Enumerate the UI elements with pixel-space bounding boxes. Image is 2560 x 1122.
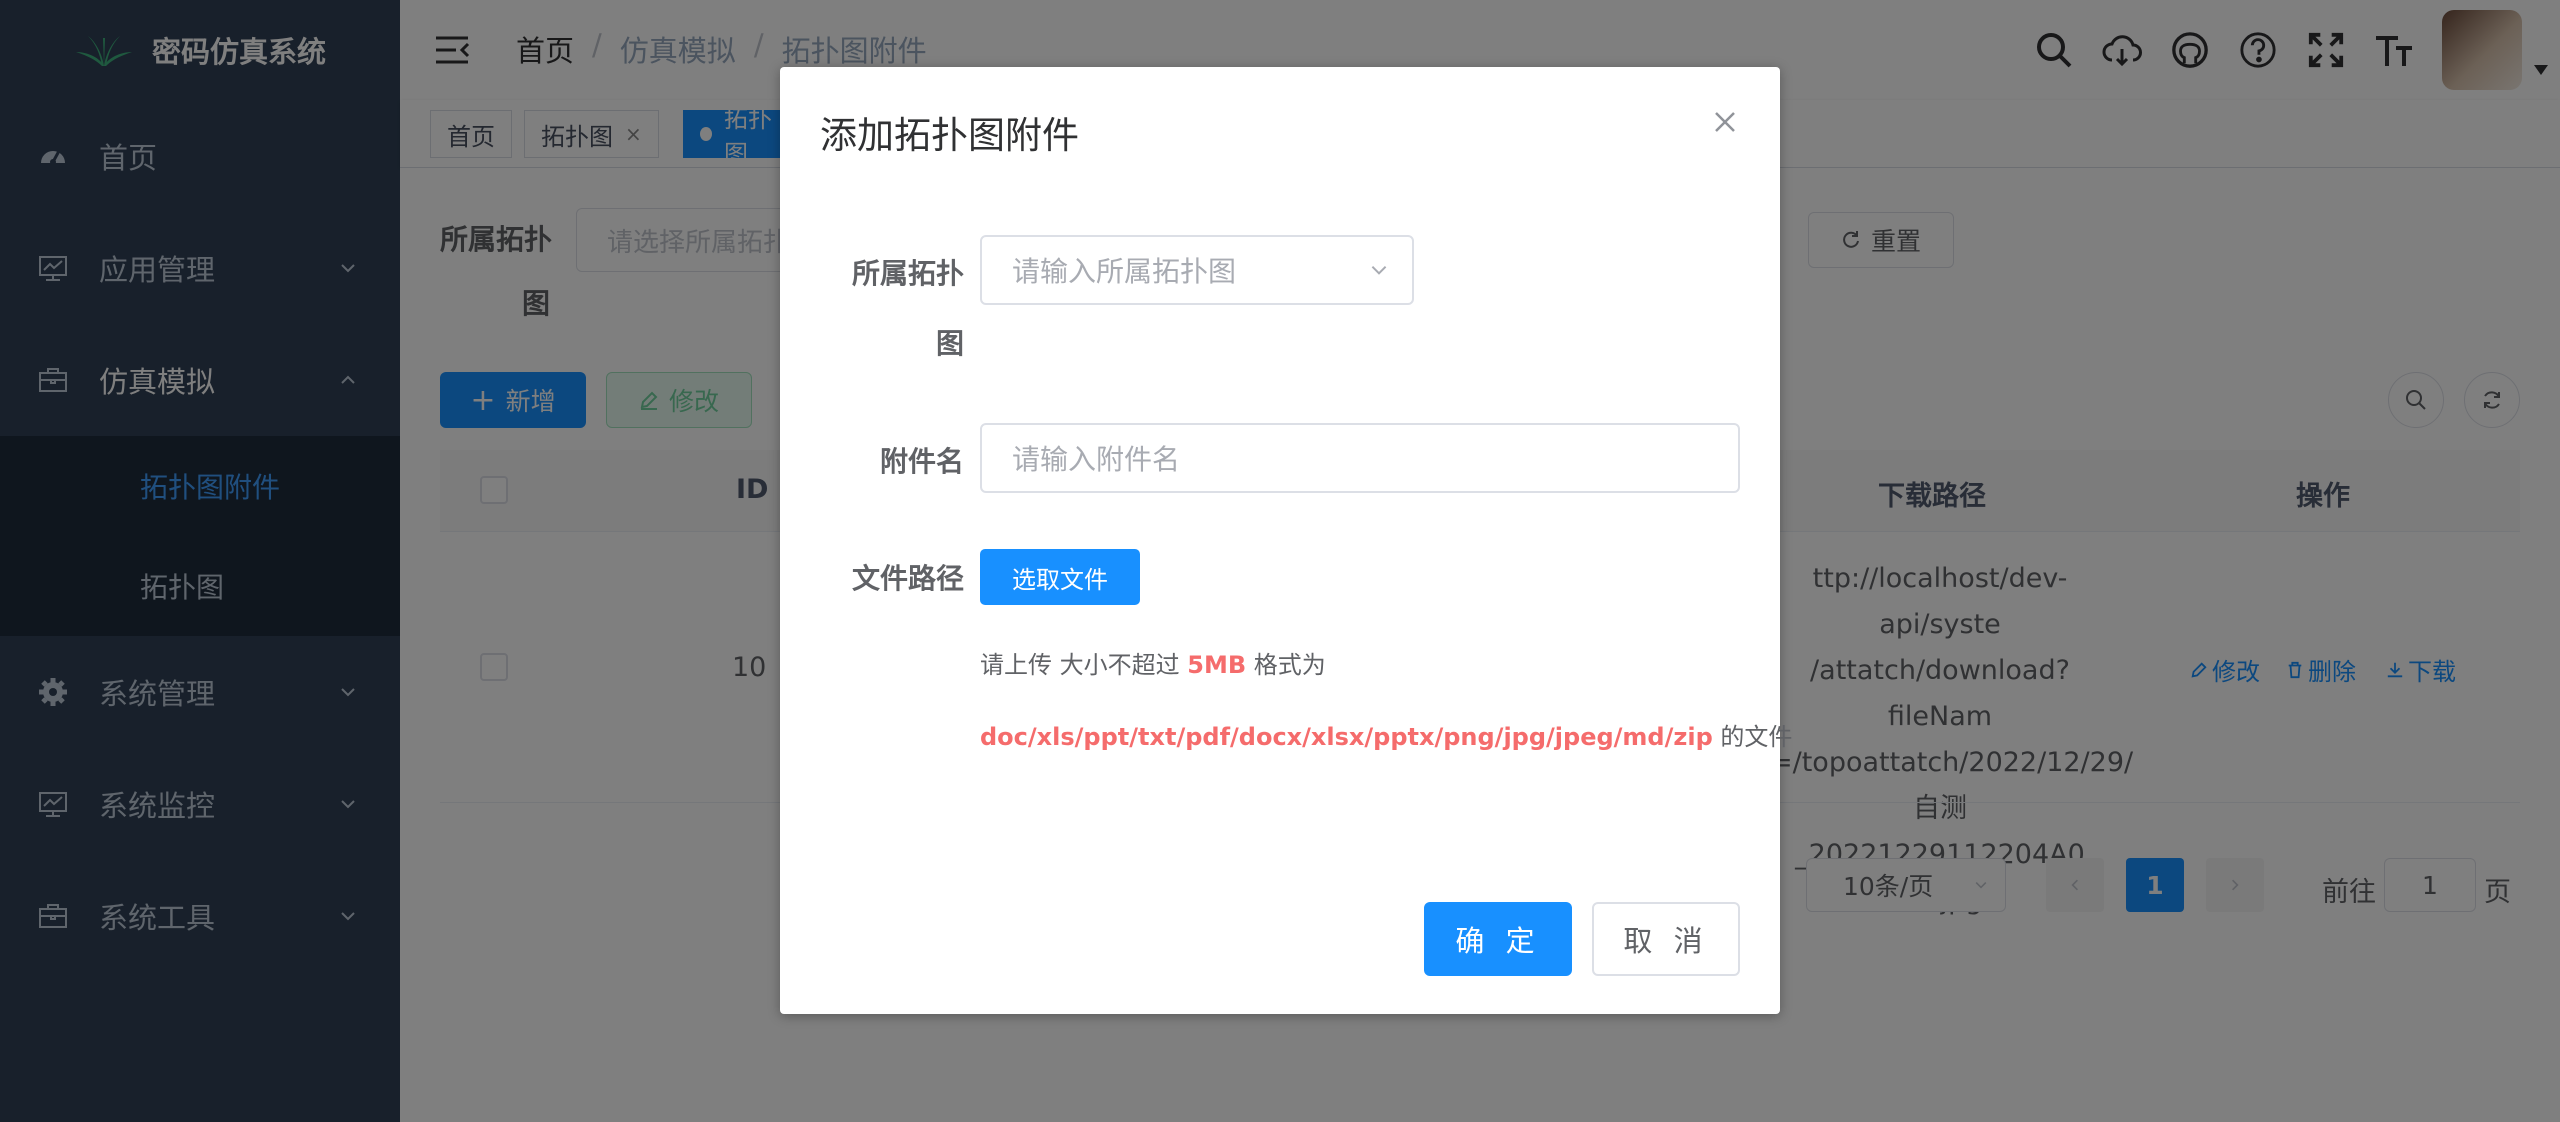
dialog-name-input[interactable]: 请输入附件名: [980, 423, 1740, 493]
tip-formats-value: doc/xls/ppt/txt/pdf/docx/xlsx/pptx/png/j…: [980, 723, 1713, 751]
tip-size-value: 5MB: [1187, 651, 1247, 679]
select-file-button[interactable]: 选取文件: [980, 549, 1140, 605]
upload-tip-size: 请上传 大小不超过 5MB 格式为: [980, 645, 1326, 680]
placeholder: 请输入所属拓扑图: [1012, 255, 1237, 288]
dialog-topology-select[interactable]: 请输入所属拓扑图: [980, 235, 1414, 305]
dialog-name-label: 附件名: [879, 445, 964, 478]
dialog-title: 添加拓扑图附件: [820, 114, 1079, 157]
placeholder: 请输入附件名: [1012, 443, 1181, 476]
close-icon[interactable]: [1710, 107, 1740, 137]
tip-text: 的文件: [1720, 723, 1793, 751]
chevron-down-icon: [1371, 265, 1387, 275]
tip-text: 格式为: [1253, 651, 1326, 679]
dialog-topology-label: 所属拓扑: [851, 257, 964, 290]
cancel-button[interactable]: 取 消: [1592, 902, 1740, 976]
dialog-topology-label-cont: 图: [935, 327, 964, 360]
confirm-button[interactable]: 确 定: [1424, 902, 1572, 976]
dialog-file-label: 文件路径: [851, 562, 964, 595]
tip-text: 请上传 大小不超过: [980, 651, 1180, 679]
add-attachment-dialog: 添加拓扑图附件 所属拓扑 图 请输入所属拓扑图 附件名 请输入附件名 文件路径 …: [780, 67, 1792, 1014]
upload-tip-formats: doc/xls/ppt/txt/pdf/docx/xlsx/pptx/png/j…: [980, 717, 1792, 752]
